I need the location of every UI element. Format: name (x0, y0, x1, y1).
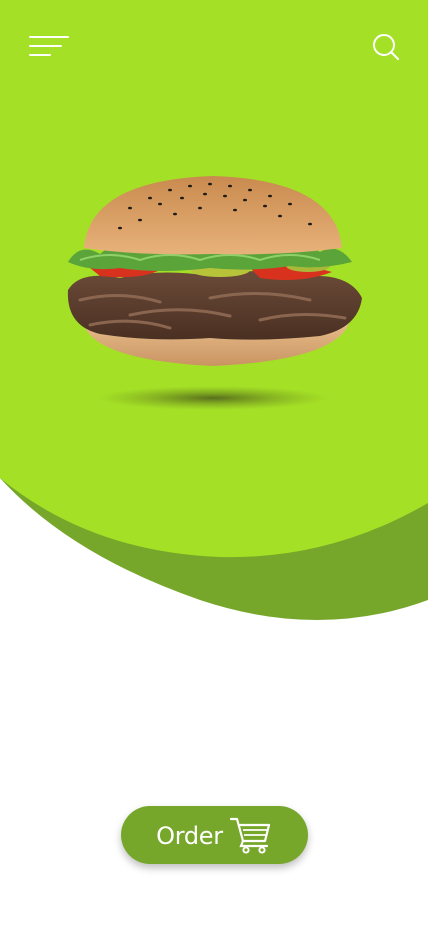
search-button[interactable] (370, 31, 402, 63)
order-button-label: Order (156, 822, 223, 850)
burger-image (67, 176, 362, 410)
shopping-cart-icon (229, 817, 270, 854)
search-icon (373, 34, 400, 61)
order-button[interactable]: Order (121, 806, 308, 864)
menu-button[interactable] (28, 33, 72, 61)
hamburger-menu-icon (29, 36, 69, 56)
